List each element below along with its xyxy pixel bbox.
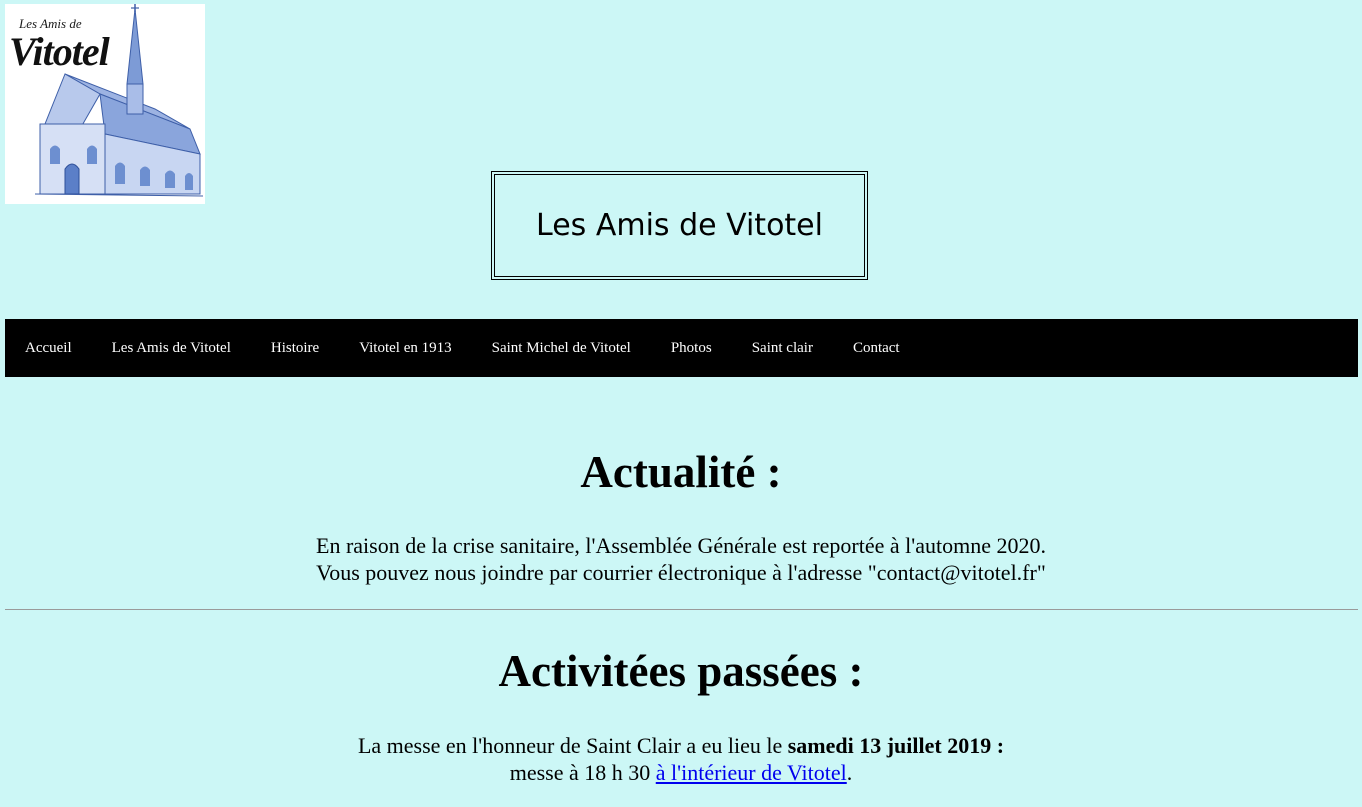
past-line-2-suffix: . — [846, 760, 853, 785]
section-divider — [5, 609, 1358, 610]
logo-big-text: Vitotel — [9, 29, 110, 74]
interior-vitotel-link[interactable]: à l'intérieur de Vitotel — [656, 760, 847, 785]
nav-item-les-amis-de-vitotel[interactable]: Les Amis de Vitotel — [92, 319, 251, 377]
past-line-2: messe à 18 h 30 à l'intérieur de Vitotel… — [0, 759, 1362, 786]
nav-item-photos[interactable]: Photos — [651, 319, 732, 377]
site-title: Les Amis de Vitotel — [536, 208, 823, 243]
past-line-2-text: messe à 18 h 30 — [509, 760, 656, 785]
nav-item-saint-clair[interactable]: Saint clair — [732, 319, 833, 377]
past-line-1: La messe en l'honneur de Saint Clair a e… — [0, 732, 1362, 759]
past-event-date: samedi 13 juillet 2019 : — [787, 733, 1005, 758]
news-text: En raison de la crise sanitaire, l'Assem… — [0, 532, 1362, 586]
news-heading: Actualité : — [580, 447, 782, 497]
site-logo: Les Amis de Vitotel — [5, 4, 205, 204]
site-title-box: Les Amis de Vitotel — [491, 171, 868, 280]
news-line-1: En raison de la crise sanitaire, l'Assem… — [316, 533, 1046, 558]
main-navbar: Accueil Les Amis de Vitotel Histoire Vit… — [5, 319, 1358, 377]
news-line-2: Vous pouvez nous joindre par courrier él… — [316, 560, 1046, 585]
past-line-1-text: La messe en l'honneur de Saint Clair a e… — [357, 733, 788, 758]
past-activities-heading: Activitées passées : — [498, 646, 864, 696]
nav-item-contact[interactable]: Contact — [833, 319, 920, 377]
nav-item-accueil[interactable]: Accueil — [5, 319, 92, 377]
nav-item-saint-michel-de-vitotel[interactable]: Saint Michel de Vitotel — [472, 319, 651, 377]
past-activities-text: La messe en l'honneur de Saint Clair a e… — [0, 732, 1362, 786]
nav-item-histoire[interactable]: Histoire — [251, 319, 339, 377]
nav-item-vitotel-en-1913[interactable]: Vitotel en 1913 — [339, 319, 471, 377]
